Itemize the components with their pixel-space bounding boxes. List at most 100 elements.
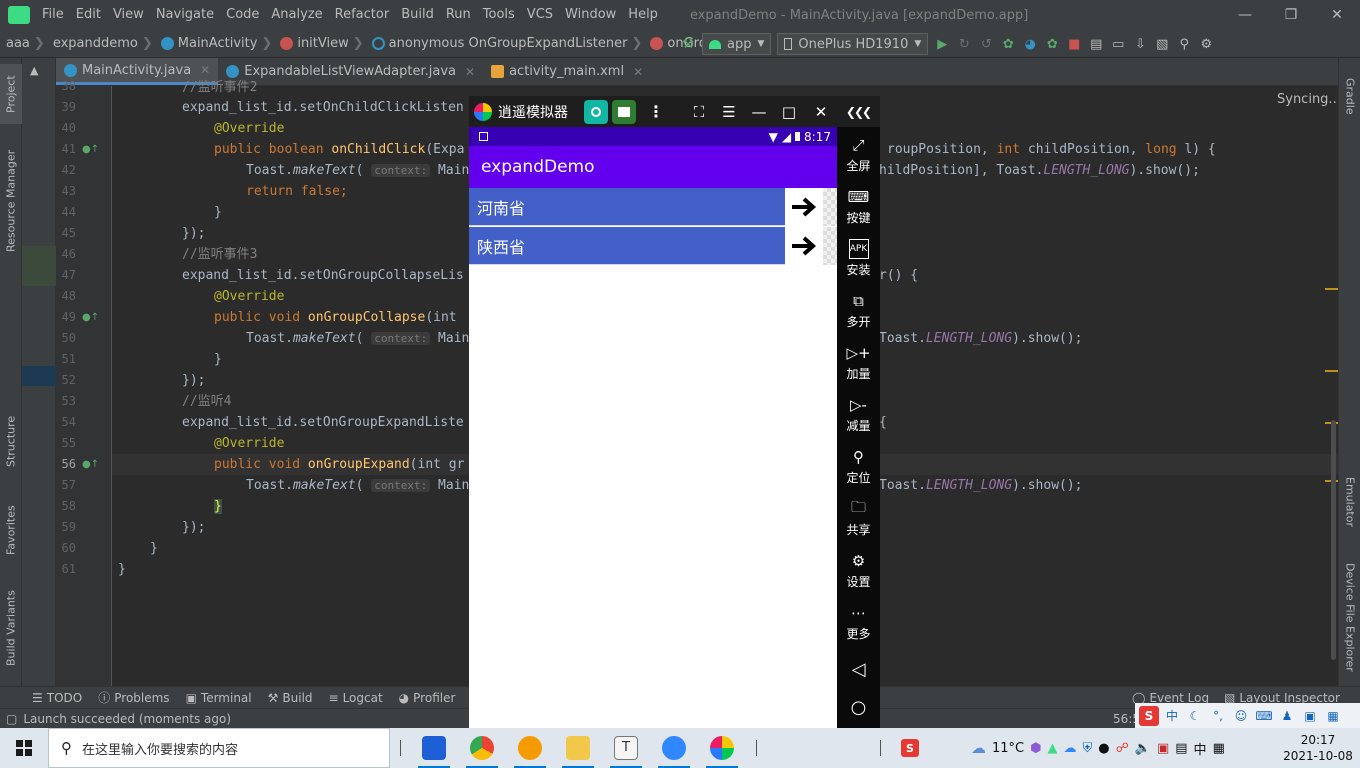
close-tab-icon[interactable]: ✕ bbox=[633, 65, 643, 79]
sidebar-volume-down-button[interactable]: ▷- 减量 bbox=[837, 395, 880, 434]
taskbar-app-chrome[interactable] bbox=[458, 728, 506, 768]
menu-help[interactable]: Help bbox=[622, 0, 664, 30]
emoji-icon[interactable]: ☺ bbox=[1231, 706, 1251, 726]
menu-navigate[interactable]: Navigate bbox=[150, 0, 220, 30]
profile-icon[interactable]: ◕ bbox=[1022, 36, 1038, 52]
security-icon[interactable]: ▣ bbox=[1157, 741, 1169, 756]
tool-tab-device-file-explorer[interactable]: Device File Explorer bbox=[1339, 554, 1360, 680]
weather-cloud-icon[interactable]: ☁ bbox=[971, 739, 986, 757]
minimize-button[interactable]: — bbox=[1222, 0, 1268, 30]
tray-network-app-icon[interactable]: ☍ bbox=[1116, 741, 1129, 756]
punctuation-icon[interactable]: °, bbox=[1208, 706, 1228, 726]
sidebar-fullscreen-button[interactable]: ⤢ 全屏 bbox=[837, 135, 880, 174]
start-button[interactable] bbox=[0, 728, 48, 768]
override-marker-icon[interactable]: ●↑ bbox=[82, 312, 99, 323]
tool-tab-project[interactable]: Project bbox=[0, 64, 22, 124]
override-marker-icon[interactable]: ●↑ bbox=[82, 144, 99, 155]
sidebar-settings-button[interactable]: ⚙ 设置 bbox=[837, 551, 880, 590]
android-back-button[interactable]: ◁ bbox=[837, 659, 880, 680]
tray-app-icon[interactable]: ⬢ bbox=[1030, 741, 1041, 756]
tool-tab-resource-manager[interactable]: Resource Manager bbox=[0, 138, 22, 263]
emulator-app-tab[interactable] bbox=[612, 99, 636, 124]
group-item-henan[interactable]: 河南省 bbox=[469, 188, 837, 226]
sidebar-multi-instance-button[interactable]: ⧉ 多开 bbox=[837, 291, 880, 330]
scrollbar-warning-marker[interactable] bbox=[1325, 370, 1338, 372]
taskbar-app-memu[interactable] bbox=[698, 728, 746, 768]
emulator-minimize-icon[interactable]: — bbox=[745, 96, 773, 127]
tool-tab-emulator[interactable]: Emulator bbox=[1339, 462, 1360, 542]
emulator-maximize-icon[interactable]: □ bbox=[775, 96, 803, 127]
tray-android-icon[interactable]: ▲ bbox=[1047, 741, 1057, 756]
skin-icon[interactable]: ▣ bbox=[1300, 706, 1320, 726]
taskbar-app-typora[interactable]: T bbox=[602, 728, 650, 768]
menu-code[interactable]: Code bbox=[220, 0, 265, 30]
tray-shield-icon[interactable]: ⛨ bbox=[1082, 741, 1092, 756]
settings-icon[interactable]: ⚙ bbox=[1198, 36, 1214, 52]
taskbar-app-orange[interactable] bbox=[506, 728, 554, 768]
sidebar-location-button[interactable]: ⚲ 定位 bbox=[837, 447, 880, 486]
tool-problems[interactable]: ⓘ Problems bbox=[90, 689, 177, 706]
tool-tab-favorites[interactable]: Favorites bbox=[0, 494, 22, 566]
sync-icon[interactable]: ▤ bbox=[1088, 36, 1104, 52]
weather-temperature[interactable]: 11°C bbox=[992, 741, 1024, 756]
menu-edit[interactable]: Edit bbox=[70, 0, 107, 30]
expand-arrow-icon[interactable] bbox=[785, 227, 823, 265]
menu-file[interactable]: File bbox=[36, 0, 70, 30]
breadcrumb-class[interactable]: MainActivity ❯ bbox=[159, 36, 279, 51]
avd-manager-icon[interactable]: ▭ bbox=[1110, 36, 1126, 52]
tool-profiler[interactable]: ◕ Profiler bbox=[391, 691, 464, 705]
close-window-button[interactable]: ✕ bbox=[1314, 0, 1360, 30]
emulator-menu-icon[interactable]: ☰ bbox=[715, 96, 743, 127]
stop-icon[interactable]: ■ bbox=[1066, 36, 1082, 52]
override-marker-icon[interactable]: ●↑ bbox=[82, 459, 99, 470]
user-icon[interactable]: ♟ bbox=[1277, 706, 1297, 726]
menu-build[interactable]: Build bbox=[395, 0, 440, 30]
tool-tab-gradle[interactable]: Gradle bbox=[1339, 66, 1360, 126]
breadcrumb-project[interactable]: aaa ❯ bbox=[4, 36, 51, 51]
android-screen[interactable]: ▼ ◢ 8:17 expandDemo 河南省 陕西省 bbox=[469, 127, 837, 728]
network-icon[interactable]: ▤ bbox=[1175, 741, 1187, 756]
tool-todo[interactable]: ☰ TODO bbox=[24, 691, 90, 705]
search-icon[interactable]: ⚲ bbox=[1176, 36, 1192, 52]
menu-analyze[interactable]: Analyze bbox=[265, 0, 328, 30]
taskbar-app-feishu[interactable] bbox=[650, 728, 698, 768]
debug-icon[interactable]: ✿ bbox=[1000, 36, 1016, 52]
sdk-manager-icon[interactable]: ⇩ bbox=[1132, 36, 1148, 52]
menu-tools[interactable]: Tools bbox=[477, 0, 521, 30]
volume-icon[interactable]: 🔈 bbox=[1135, 741, 1151, 756]
taskbar-app-wps[interactable] bbox=[410, 728, 458, 768]
taskbar-search[interactable]: ⚲ 在这里输入你要搜索的内容 bbox=[48, 728, 390, 768]
editor-scrollbar[interactable] bbox=[1331, 420, 1336, 660]
ime-tray-label[interactable]: 中 bbox=[1194, 739, 1207, 758]
expand-arrow-icon[interactable] bbox=[785, 188, 823, 226]
restore-button[interactable]: ❐ bbox=[1268, 0, 1314, 30]
breadcrumb-package[interactable]: expanddemo ❯ bbox=[51, 36, 159, 51]
emulator-fullscreen-icon[interactable]: ⛶ bbox=[685, 96, 713, 127]
hammer-icon[interactable]: ⚒ bbox=[680, 36, 696, 52]
run-config-select[interactable]: app ▼ bbox=[702, 33, 772, 55]
toolbox-icon[interactable]: ▦ bbox=[1323, 706, 1343, 726]
rerun-icon[interactable]: ↻ bbox=[956, 36, 972, 52]
sidebar-keymap-button[interactable]: ⌨ 按键 bbox=[837, 187, 880, 226]
more-vert-icon[interactable]: ⋮ bbox=[648, 102, 664, 121]
group-item-shaanxi[interactable]: 陕西省 bbox=[469, 227, 837, 265]
sidebar-volume-up-button[interactable]: ▷+ 加量 bbox=[837, 343, 880, 382]
taskbar-app-explorer[interactable] bbox=[554, 728, 602, 768]
project-toggle-icon[interactable]: ▲ bbox=[22, 64, 56, 82]
close-tab-icon[interactable]: ✕ bbox=[465, 65, 475, 79]
half-width-icon[interactable]: ☾ bbox=[1185, 706, 1205, 726]
menu-run[interactable]: Run bbox=[440, 0, 477, 30]
tab-expandablelistviewadapter[interactable]: ExpandableListViewAdapter.java ✕ bbox=[218, 58, 483, 85]
taskbar-clock[interactable]: 20:17 2021-10-08 bbox=[1280, 728, 1356, 768]
device-select[interactable]: OnePlus HD1910 ▼ bbox=[777, 33, 929, 55]
android-home-button[interactable]: ○ bbox=[837, 697, 880, 718]
attach-debugger-icon[interactable]: ✿ bbox=[1044, 36, 1060, 52]
tab-activity-main-xml[interactable]: activity_main.xml ✕ bbox=[483, 58, 651, 85]
close-tab-icon[interactable]: ✕ bbox=[200, 63, 210, 77]
tool-tab-build-variants[interactable]: Build Variants bbox=[0, 578, 22, 678]
sogou-tray-icon[interactable]: S bbox=[901, 739, 919, 757]
run-icon[interactable]: ▶ bbox=[934, 36, 950, 52]
collapse-sidebar-icon[interactable]: ❮❮❮ bbox=[844, 96, 872, 127]
microphone-icon[interactable]: ● bbox=[1098, 741, 1109, 756]
scrollbar-warning-marker[interactable] bbox=[1325, 288, 1338, 290]
